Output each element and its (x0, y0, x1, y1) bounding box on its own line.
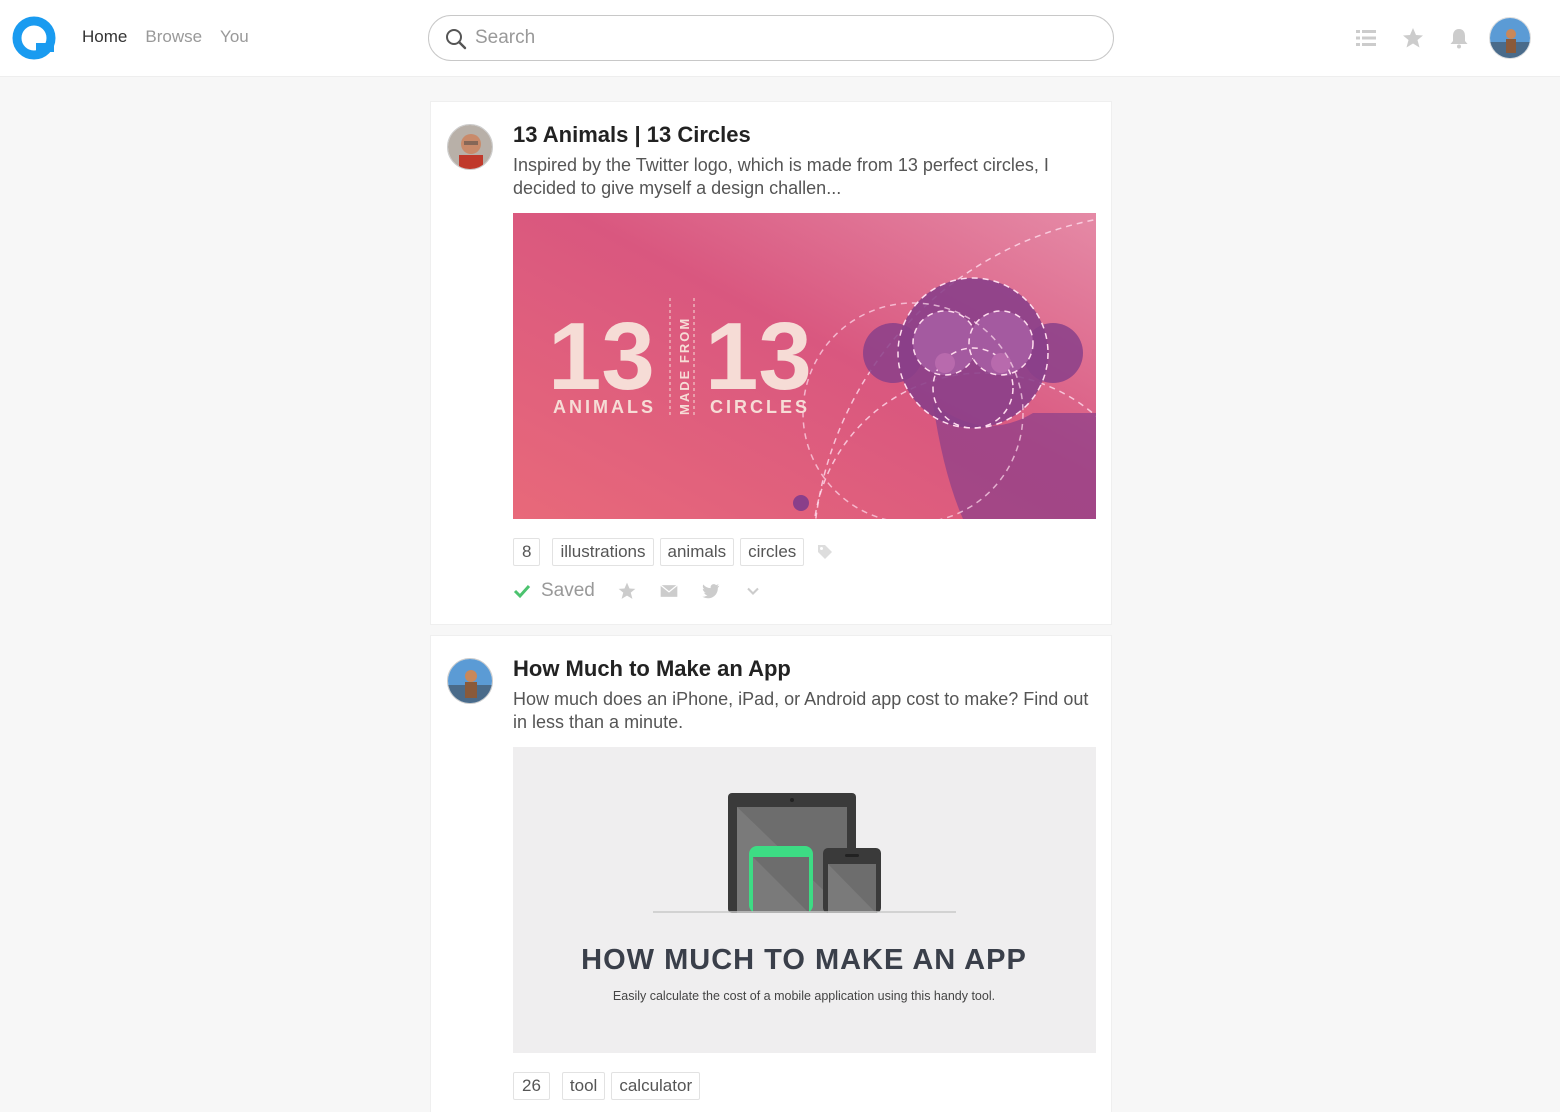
top-bar: Home Browse You (0, 0, 1560, 77)
hero-right-number: 13 (705, 303, 812, 410)
tag-item[interactable]: tool (561, 1072, 606, 1100)
bell-icon[interactable] (1447, 26, 1471, 50)
hero-subline: Easily calculate the cost of a mobile ap… (613, 989, 995, 1003)
nav-you[interactable]: You (220, 27, 249, 47)
tag-item[interactable]: animals (659, 538, 735, 566)
star-icon[interactable] (1401, 26, 1425, 50)
tag-count[interactable]: 8 (513, 538, 541, 566)
post-description: Inspired by the Twitter logo, which is m… (513, 155, 1049, 198)
hero-middle-caption: MADE FROM (677, 317, 692, 415)
author-avatar[interactable] (447, 658, 493, 704)
tag-list: 8 illustrations animals circles (513, 538, 834, 566)
add-tag-icon[interactable] (816, 543, 834, 561)
author-avatar[interactable] (447, 124, 493, 170)
nav-browse[interactable]: Browse (145, 27, 202, 47)
hero-right-caption: CIRCLES (710, 397, 810, 417)
user-avatar[interactable] (1489, 17, 1531, 59)
twitter-icon[interactable] (701, 581, 721, 601)
tag-list: 26 tool calculator (513, 1072, 701, 1100)
list-icon[interactable] (1354, 26, 1378, 50)
email-icon[interactable] (659, 581, 679, 601)
post-description: How much does an iPhone, iPad, or Androi… (513, 689, 1089, 732)
tag-item[interactable]: calculator (611, 1072, 701, 1100)
search-input[interactable] (475, 16, 1095, 60)
tag-item[interactable]: circles (740, 538, 805, 566)
post-card: How Much to Make an App How much does an… (430, 635, 1112, 1112)
tag-count[interactable]: 26 (513, 1072, 550, 1100)
nav-home[interactable]: Home (82, 27, 127, 47)
hero-headline: HOW MUCH TO MAKE AN APP (581, 944, 1027, 976)
hero-left-number: 13 (548, 303, 655, 410)
post-title[interactable]: How Much to Make an App (513, 656, 791, 682)
saved-button[interactable]: Saved (513, 580, 595, 602)
star-icon[interactable] (617, 581, 637, 601)
post-title[interactable]: 13 Animals | 13 Circles (513, 122, 751, 148)
saved-label: Saved (541, 580, 595, 601)
post-actions: Saved (513, 580, 763, 602)
search-icon (446, 29, 467, 50)
search-box (428, 15, 1114, 61)
hero-left-caption: ANIMALS (553, 397, 656, 417)
post-card: 13 Animals | 13 Circles Inspired by the … (430, 101, 1112, 625)
post-image[interactable]: 13 ANIMALS MADE FROM 13 CIRCLES (513, 213, 1096, 519)
tag-item[interactable]: illustrations (552, 538, 654, 566)
chevron-down-icon[interactable] (743, 581, 763, 601)
logo-icon[interactable] (11, 15, 57, 61)
main-nav: Home Browse You (82, 27, 249, 47)
post-image[interactable]: HOW MUCH TO MAKE AN APP Easily calculate… (513, 747, 1096, 1053)
check-icon (513, 584, 531, 599)
